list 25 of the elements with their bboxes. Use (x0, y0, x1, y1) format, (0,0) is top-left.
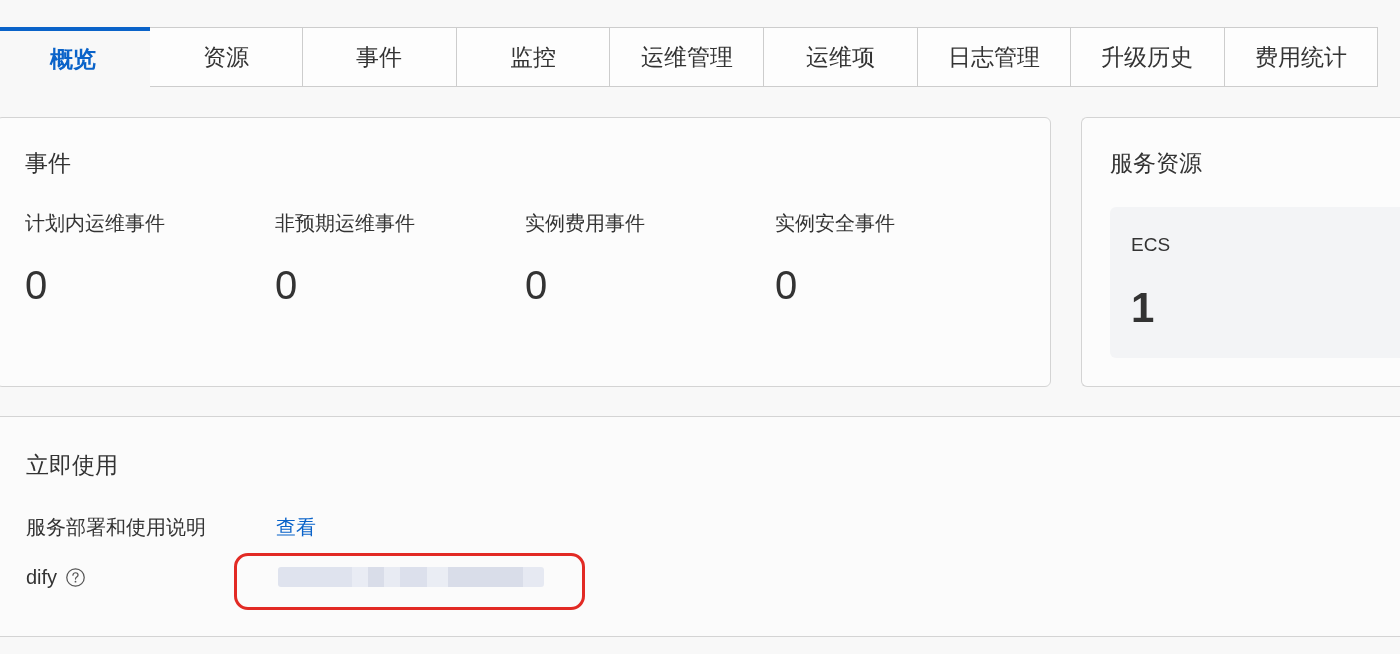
card-title: 服务资源 (1110, 149, 1203, 178)
section-title: 立即使用 (26, 451, 119, 480)
resource-label: ECS (1131, 233, 1172, 257)
row-label: dify (26, 565, 58, 589)
stat-value: 0 (775, 262, 799, 309)
stat-value: 0 (25, 262, 49, 309)
stat-label: 非预期运维事件 (275, 211, 416, 236)
tab[interactable]: 资源 (149, 27, 304, 87)
tab[interactable]: 费用统计 (1224, 27, 1379, 87)
row-label: 服务部署和使用说明 (26, 514, 206, 540)
resource-count: 1 (1131, 283, 1156, 333)
tab[interactable]: 日志管理 (917, 27, 1072, 87)
stat-value: 0 (525, 262, 549, 309)
tab[interactable]: 事件 (303, 27, 457, 87)
stat-value: 0 (275, 262, 299, 309)
view-link[interactable]: 查看 (276, 513, 316, 541)
stat-label: 计划内运维事件 (25, 211, 166, 236)
tab[interactable]: 监控 (456, 27, 611, 87)
tab[interactable]: 运维管理 (610, 27, 764, 87)
card-title: 事件 (25, 149, 72, 178)
stat-label: 实例费用事件 (525, 211, 646, 236)
tab[interactable]: 运维项 (763, 27, 918, 87)
stat-label: 实例安全事件 (775, 211, 896, 236)
tab[interactable]: 升级历史 (1071, 27, 1225, 87)
help-icon[interactable] (66, 567, 86, 587)
